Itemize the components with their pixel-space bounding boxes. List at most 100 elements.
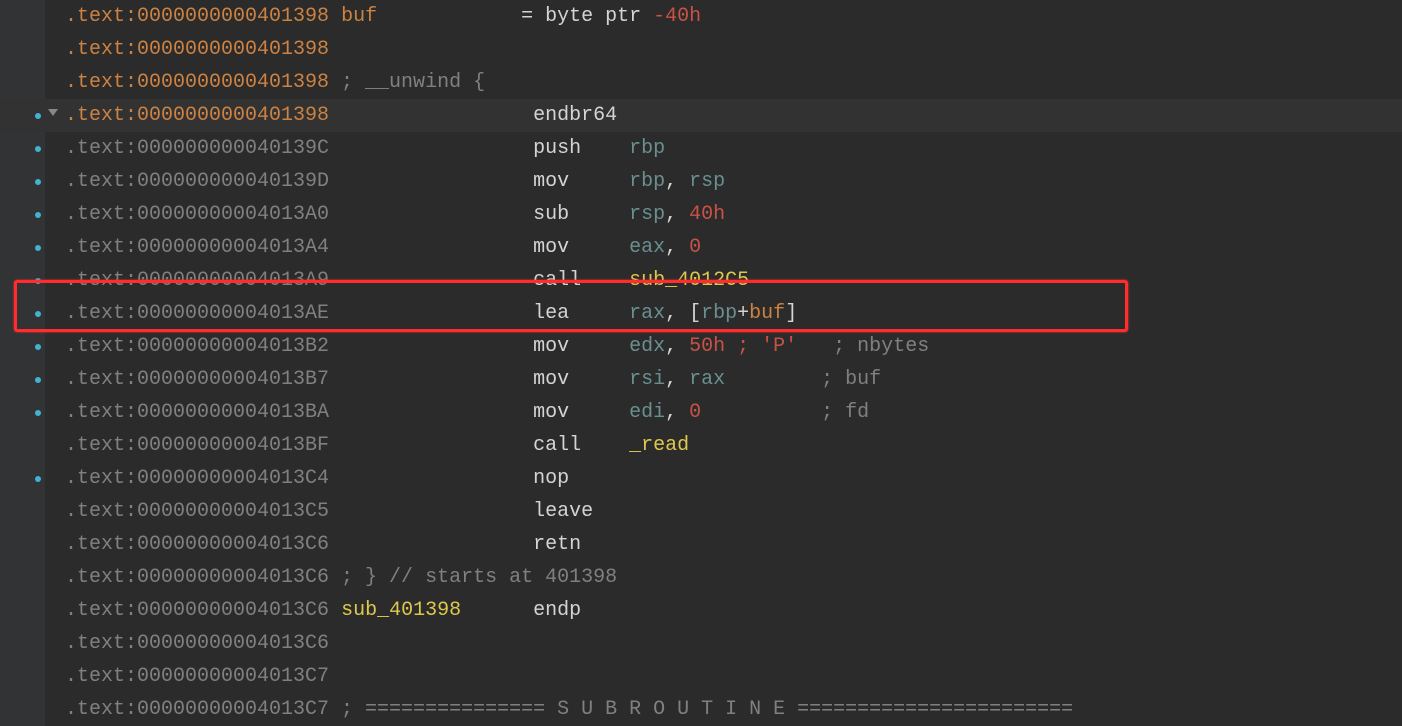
code-token: rsp — [689, 170, 725, 193]
code-token: 00000000004013C6 — [137, 533, 329, 556]
code-token: _read — [629, 434, 689, 457]
code-token: 00000000004013C6 — [137, 632, 329, 655]
code-token: = byte ptr — [377, 5, 653, 28]
code-token: rsp — [629, 203, 665, 226]
breakpoint-dot-icon[interactable] — [35, 377, 41, 383]
code-line[interactable]: .text:00000000004013C6 sub_401398 endp — [0, 594, 1402, 627]
code-token: ; } // starts at 401398 — [329, 566, 617, 589]
code-line[interactable]: .text:00000000004013A9 call sub_4012C5 — [0, 264, 1402, 297]
code-token: + — [737, 302, 749, 325]
breakpoint-dot-icon[interactable] — [35, 113, 41, 119]
code-token: .text: — [65, 203, 137, 226]
code-token: .text: — [65, 533, 137, 556]
code-line[interactable]: .text:00000000004013BA mov edi, 0 ; fd — [0, 396, 1402, 429]
code-token: edx — [629, 335, 665, 358]
code-token: mov — [329, 170, 629, 193]
code-token: nop — [329, 467, 569, 490]
code-line[interactable]: .text:0000000000401398 buf = byte ptr -4… — [0, 0, 1402, 33]
code-token: .text: — [65, 500, 137, 523]
code-line[interactable]: .text:000000000040139C push rbp — [0, 132, 1402, 165]
code-token: lea — [329, 302, 629, 325]
code-token: 00000000004013C5 — [137, 500, 329, 523]
code-token: ; buf — [725, 368, 881, 391]
code-token: .text: — [65, 170, 137, 193]
breakpoint-dot-icon[interactable] — [35, 245, 41, 251]
code-token: ; nbytes — [797, 335, 929, 358]
code-token: .text: — [65, 269, 137, 292]
code-line[interactable]: .text:00000000004013BF call _read — [0, 429, 1402, 462]
code-token: 00000000004013C4 — [137, 467, 329, 490]
code-line[interactable]: .text:00000000004013B7 mov rsi, rax ; bu… — [0, 363, 1402, 396]
code-line[interactable]: .text:00000000004013C6 retn — [0, 528, 1402, 561]
code-token: ; fd — [701, 401, 869, 424]
chevron-down-icon[interactable] — [48, 109, 58, 116]
code-token: , [ — [665, 302, 701, 325]
code-token: 00000000004013C6 — [137, 599, 329, 622]
code-token: .text: — [65, 665, 137, 688]
code-token — [329, 5, 341, 28]
code-token: 00000000004013C7 — [137, 698, 329, 721]
code-token: eax — [629, 236, 665, 259]
code-token: .text: — [65, 401, 137, 424]
code-token: 0000000000401398 — [137, 104, 329, 127]
code-token: sub_4012C5 — [629, 269, 749, 292]
code-token: mov — [329, 368, 629, 391]
code-token: 00000000004013A4 — [137, 236, 329, 259]
code-token: .text: — [65, 236, 137, 259]
code-token: rbp — [629, 170, 665, 193]
code-token: sub_401398 — [341, 599, 461, 622]
code-token: 00000000004013C7 — [137, 665, 329, 688]
breakpoint-dot-icon[interactable] — [35, 212, 41, 218]
code-token: rbp — [701, 302, 737, 325]
code-line[interactable]: .text:00000000004013C7 ; ===============… — [0, 693, 1402, 726]
code-token: 000000000040139C — [137, 137, 329, 160]
code-token: endp — [461, 599, 581, 622]
code-token: 00000000004013BA — [137, 401, 329, 424]
code-line[interactable]: .text:0000000000401398 — [0, 33, 1402, 66]
code-token: , — [665, 170, 689, 193]
code-line[interactable]: .text:0000000000401398 endbr64 — [0, 99, 1402, 132]
code-line[interactable]: .text:00000000004013A0 sub rsp, 40h — [0, 198, 1402, 231]
disassembly-view[interactable]: .text:0000000000401398 buf = byte ptr -4… — [0, 0, 1402, 726]
code-token: 40h — [689, 203, 725, 226]
code-token: mov — [329, 401, 629, 424]
code-token: , — [665, 401, 689, 424]
code-token: .text: — [65, 566, 137, 589]
code-token: 50h ; 'P' — [689, 335, 797, 358]
breakpoint-dot-icon[interactable] — [35, 344, 41, 350]
code-line[interactable]: .text:00000000004013AE lea rax, [rbp+buf… — [0, 297, 1402, 330]
code-token: call — [329, 434, 629, 457]
breakpoint-dot-icon[interactable] — [35, 278, 41, 284]
code-line[interactable]: .text:00000000004013B2 mov edx, 50h ; 'P… — [0, 330, 1402, 363]
code-line[interactable]: .text:00000000004013C5 leave — [0, 495, 1402, 528]
code-line[interactable]: .text:00000000004013C4 nop — [0, 462, 1402, 495]
code-token: 00000000004013A9 — [137, 269, 329, 292]
breakpoint-dot-icon[interactable] — [35, 146, 41, 152]
code-token: 0000000000401398 — [137, 5, 329, 28]
code-token: endbr64 — [329, 104, 617, 127]
code-token: .text: — [65, 38, 137, 61]
code-line[interactable]: .text:000000000040139D mov rbp, rsp — [0, 165, 1402, 198]
code-token: .text: — [65, 632, 137, 655]
code-token: .text: — [65, 104, 137, 127]
code-line[interactable]: .text:00000000004013C7 — [0, 660, 1402, 693]
breakpoint-dot-icon[interactable] — [35, 476, 41, 482]
code-token: 00000000004013AE — [137, 302, 329, 325]
code-token: .text: — [65, 368, 137, 391]
code-line[interactable]: .text:0000000000401398 ; __unwind { — [0, 66, 1402, 99]
code-token — [329, 599, 341, 622]
code-token: edi — [629, 401, 665, 424]
code-token: ; __unwind { — [329, 71, 485, 94]
code-token: 0000000000401398 — [137, 38, 329, 61]
code-line[interactable]: .text:00000000004013C6 — [0, 627, 1402, 660]
code-token: sub — [329, 203, 629, 226]
breakpoint-dot-icon[interactable] — [35, 179, 41, 185]
code-line[interactable]: .text:00000000004013C6 ; } // starts at … — [0, 561, 1402, 594]
code-token: , — [665, 335, 689, 358]
code-token: .text: — [65, 71, 137, 94]
code-token: ] — [785, 302, 797, 325]
breakpoint-dot-icon[interactable] — [35, 311, 41, 317]
breakpoint-dot-icon[interactable] — [35, 410, 41, 416]
code-line[interactable]: .text:00000000004013A4 mov eax, 0 — [0, 231, 1402, 264]
code-token: 00000000004013B7 — [137, 368, 329, 391]
